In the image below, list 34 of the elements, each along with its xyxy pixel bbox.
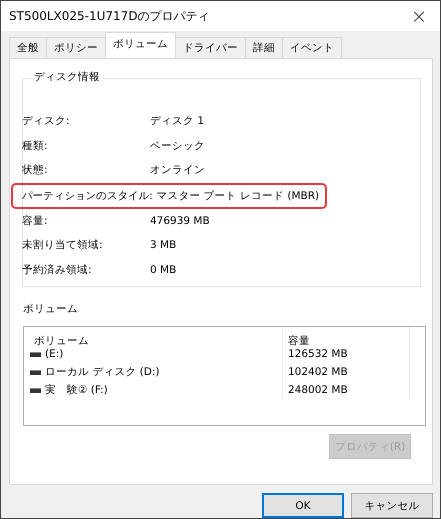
tab[interactable]: イベント (282, 37, 342, 58)
info-label: パーティションのスタイル: (22, 188, 154, 202)
table-cell: ローカル ディスク (D:) (45, 365, 160, 379)
close-button[interactable]: × (404, 4, 434, 28)
tab[interactable]: ボリューム (105, 32, 176, 58)
info-label: 状態: (22, 163, 49, 178)
tab[interactable]: 全般 (9, 37, 47, 58)
info-value: 0 MB (150, 264, 176, 276)
table-cell: 126532 MB (288, 348, 348, 360)
group-title: ディスク情報 (31, 70, 103, 84)
info-value: 476939 MB (150, 214, 210, 227)
ok-button[interactable]: OK (262, 493, 344, 518)
info-value: オンライン (150, 163, 205, 178)
info-label: 未割り当て領域: (22, 238, 104, 252)
info-value: 3 MB (150, 239, 176, 252)
drive-icon (30, 352, 41, 356)
volume-list[interactable]: ボリューム 容量 (E:) 126532 MB ローカル ディスク (D:) 102402 MB 実 験② (F:) 248002 MB (23, 326, 426, 426)
drive-icon (30, 370, 41, 374)
section-label: ボリューム (23, 302, 79, 316)
info-label: 容量: (22, 214, 49, 228)
drive-icon (30, 388, 41, 392)
window-title: ST500LX025-1U717Dのプロパティ (9, 8, 210, 24)
info-value: マスター ブート レコード (MBR) (156, 188, 320, 202)
table-cell: 248002 MB (288, 384, 348, 396)
table-cell: 実 験② (F:) (45, 383, 108, 397)
column-header: ボリューム (33, 334, 90, 349)
table-cell: (E:) (45, 348, 64, 360)
info-label: 予約済み領域: (22, 262, 93, 277)
cancel-button[interactable]: キャンセル (351, 493, 433, 518)
info-label: 種類: (22, 138, 49, 153)
info-value: ディスク 1 (150, 114, 204, 128)
table-cell: 102402 MB (288, 366, 348, 378)
info-label: ディスク: (22, 114, 71, 128)
info-value: ベーシック (150, 138, 205, 153)
